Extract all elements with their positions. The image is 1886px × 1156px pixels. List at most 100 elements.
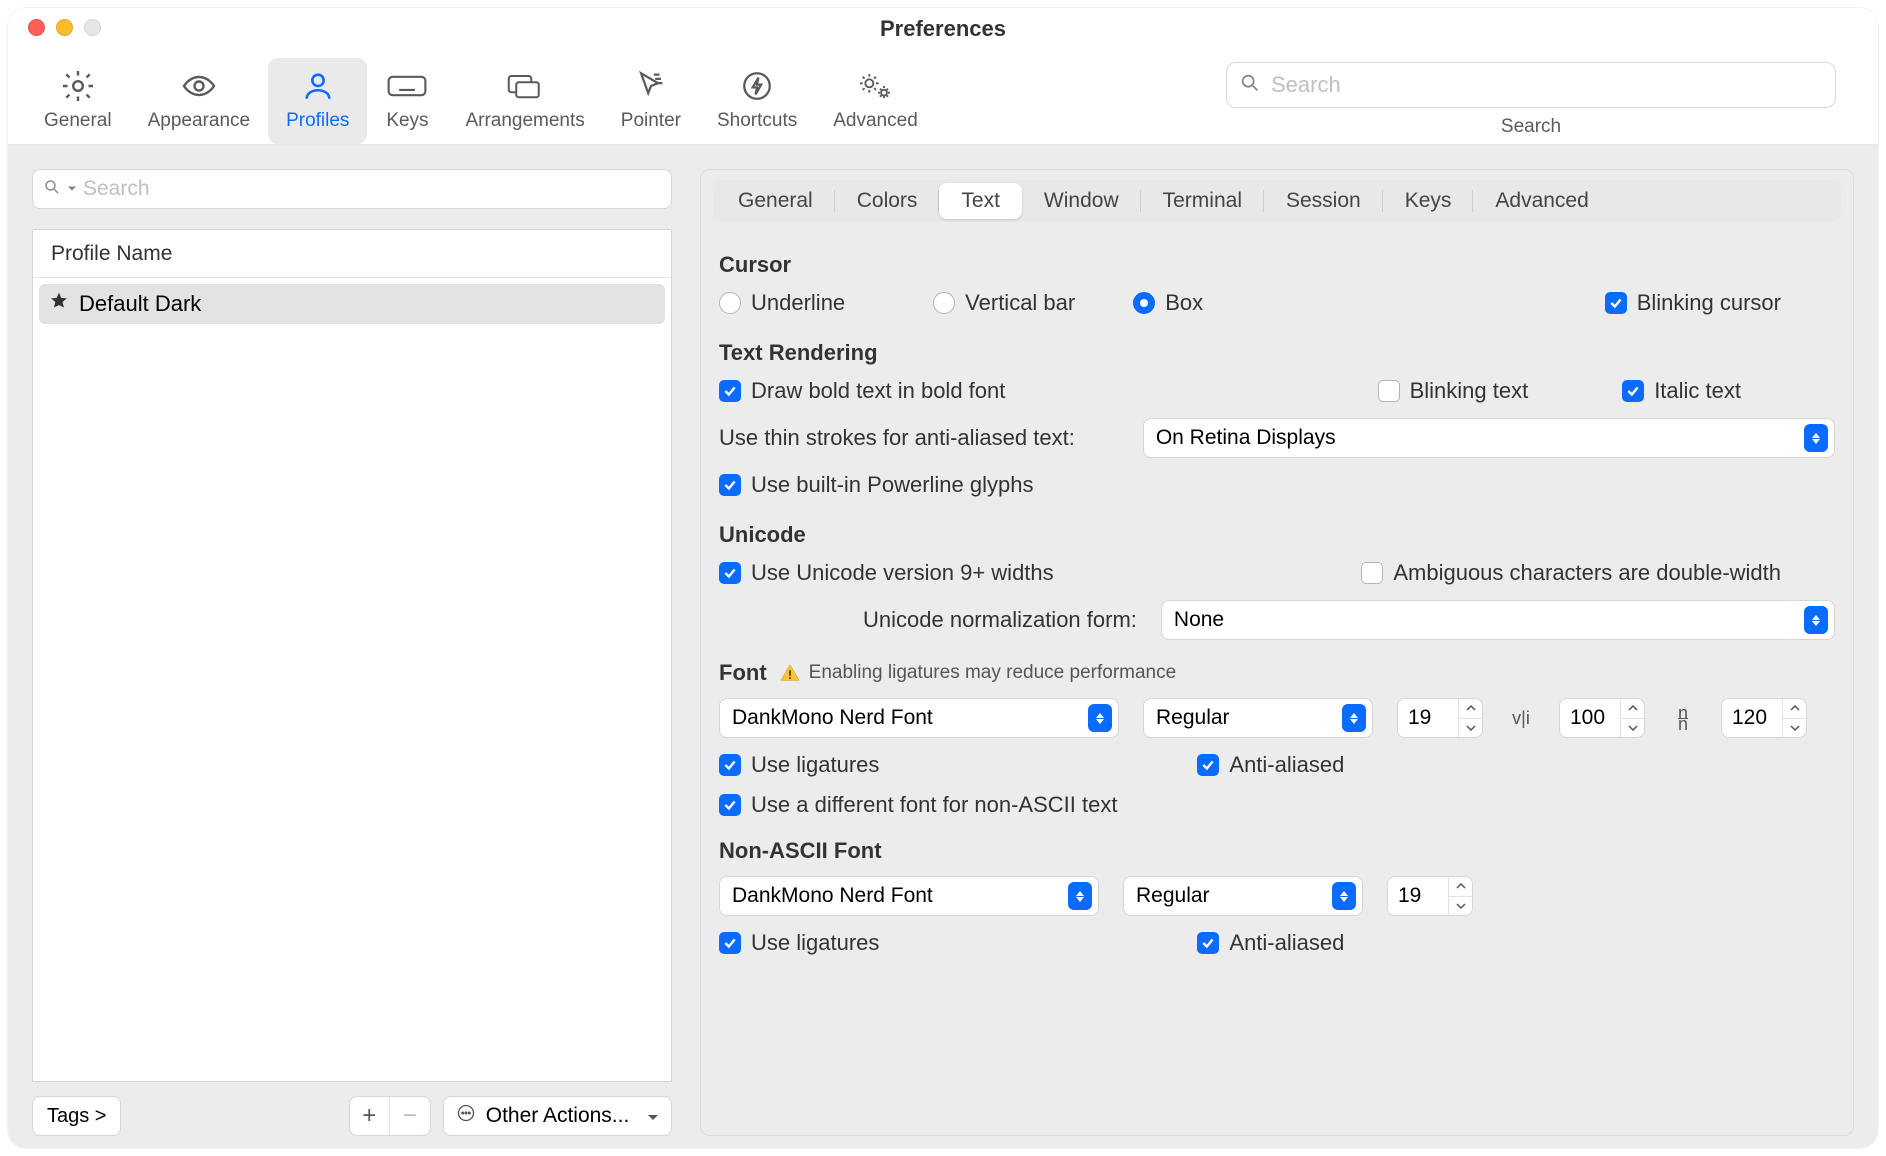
thin-strokes-label: Use thin strokes for anti-aliased text: <box>719 425 1075 451</box>
powerline-checkbox[interactable]: Use built-in Powerline glyphs <box>719 472 1033 498</box>
subtab-terminal[interactable]: Terminal <box>1141 183 1264 219</box>
add-profile-button[interactable]: + <box>350 1097 390 1135</box>
radio-label: Underline <box>751 290 845 316</box>
toolbar-keys[interactable]: Keys <box>367 58 447 144</box>
nonascii-ligatures-checkbox[interactable]: Use ligatures <box>719 930 879 956</box>
checkbox-label: Use a different font for non-ASCII text <box>751 792 1117 818</box>
checkbox-label: Ambiguous characters are double-width <box>1393 560 1781 586</box>
stepper-buttons[interactable] <box>1620 699 1644 737</box>
select-arrow-icon <box>1804 606 1828 634</box>
select-value: None <box>1174 608 1224 632</box>
font-antialiased-checkbox[interactable]: Anti-aliased <box>1197 752 1344 778</box>
star-icon <box>49 291 69 317</box>
profile-list-header[interactable]: Profile Name <box>33 230 671 278</box>
profiles-sidebar: Profile Name Default Dark Tags > + − <box>32 169 672 1136</box>
cursor-box-radio[interactable]: Box <box>1133 290 1203 316</box>
profile-detail-pane: General Colors Text Window Terminal Sess… <box>700 169 1854 1136</box>
subtab-colors[interactable]: Colors <box>835 183 940 219</box>
font-size-stepper[interactable] <box>1397 698 1483 738</box>
toolbar-general[interactable]: General <box>26 58 130 144</box>
blinking-cursor-checkbox[interactable]: Blinking cursor <box>1605 290 1781 316</box>
unicode-norm-select[interactable]: None <box>1161 600 1835 640</box>
window-title: Preferences <box>8 16 1878 42</box>
select-value: On Retina Displays <box>1156 426 1336 450</box>
vspacing-stepper[interactable] <box>1721 698 1807 738</box>
warning-text: Enabling ligatures may reduce performanc… <box>809 662 1177 684</box>
step-up-icon[interactable] <box>1459 699 1482 719</box>
different-nonascii-checkbox[interactable]: Use a different font for non-ASCII text <box>719 792 1117 818</box>
profile-list: Profile Name Default Dark <box>32 229 672 1082</box>
step-up-icon[interactable] <box>1783 699 1806 719</box>
hspacing-input[interactable] <box>1560 699 1620 737</box>
subtab-session[interactable]: Session <box>1264 183 1383 219</box>
gear-icon <box>56 66 100 106</box>
text-settings-pane: Cursor Underline Vertical bar Box Blinki… <box>713 222 1841 1123</box>
toolbar-shortcuts[interactable]: Shortcuts <box>699 58 815 144</box>
toolbar-search[interactable] <box>1226 62 1836 108</box>
font-size-input[interactable] <box>1398 699 1458 737</box>
checkbox-label: Blinking text <box>1410 378 1529 404</box>
keyboard-icon <box>385 66 429 106</box>
cursor-vertical-bar-radio[interactable]: Vertical bar <box>933 290 1075 316</box>
subtab-advanced[interactable]: Advanced <box>1473 183 1610 219</box>
vspacing-input[interactable] <box>1722 699 1782 737</box>
step-up-icon[interactable] <box>1621 699 1644 719</box>
subtab-window[interactable]: Window <box>1022 183 1141 219</box>
toolbar-search-input[interactable] <box>1271 72 1823 98</box>
other-actions-menu[interactable]: Other Actions... <box>443 1096 672 1136</box>
step-down-icon[interactable] <box>1449 897 1472 916</box>
radio-label: Vertical bar <box>965 290 1075 316</box>
hspacing-stepper[interactable] <box>1559 698 1645 738</box>
toolbar-pointer[interactable]: Pointer <box>603 58 699 144</box>
step-up-icon[interactable] <box>1449 877 1472 897</box>
font-family-select[interactable]: DankMono Nerd Font <box>719 698 1119 738</box>
font-weight-select[interactable]: Regular <box>1143 698 1373 738</box>
font-ligatures-checkbox[interactable]: Use ligatures <box>719 752 879 778</box>
step-down-icon[interactable] <box>1783 719 1806 738</box>
ambiguous-width-checkbox[interactable]: Ambiguous characters are double-width <box>1361 560 1781 586</box>
toolbar-arrangements[interactable]: Arrangements <box>447 58 602 144</box>
vspacing-icon: nn <box>1669 708 1697 729</box>
nonascii-size-stepper[interactable] <box>1387 876 1473 916</box>
nonascii-antialiased-checkbox[interactable]: Anti-aliased <box>1197 930 1344 956</box>
step-down-icon[interactable] <box>1621 719 1644 738</box>
nonascii-family-select[interactable]: DankMono Nerd Font <box>719 876 1099 916</box>
toolbar-appearance[interactable]: Appearance <box>130 58 268 144</box>
italic-text-checkbox[interactable]: Italic text <box>1622 378 1741 404</box>
subtab-general[interactable]: General <box>716 183 835 219</box>
cursor-underline-radio[interactable]: Underline <box>719 290 845 316</box>
stepper-buttons[interactable] <box>1448 877 1472 915</box>
unicode-v9-checkbox[interactable]: Use Unicode version 9+ widths <box>719 560 1054 586</box>
subtab-keys[interactable]: Keys <box>1383 183 1474 219</box>
stepper-buttons[interactable] <box>1458 699 1482 737</box>
search-icon <box>1239 72 1261 99</box>
remove-profile-button[interactable]: − <box>390 1097 430 1135</box>
tags-button[interactable]: Tags > <box>32 1096 121 1136</box>
chevron-down-icon <box>67 180 77 198</box>
thin-strokes-select[interactable]: On Retina Displays <box>1143 418 1835 458</box>
toolbar-advanced[interactable]: Advanced <box>815 58 936 144</box>
bold-font-checkbox[interactable]: Draw bold text in bold font <box>719 378 1005 404</box>
profile-search[interactable] <box>32 169 672 209</box>
blinking-text-checkbox[interactable]: Blinking text <box>1378 378 1529 404</box>
checkbox-label: Use built-in Powerline glyphs <box>751 472 1033 498</box>
subtab-text[interactable]: Text <box>939 183 1022 219</box>
section-font-heading: Font Enabling ligatures may reduce perfo… <box>719 660 1835 686</box>
profile-add-remove: + − <box>349 1096 431 1136</box>
stepper-buttons[interactable] <box>1782 699 1806 737</box>
toolbar-label: Pointer <box>621 110 681 132</box>
profile-list-items: Default Dark <box>33 278 671 1081</box>
step-down-icon[interactable] <box>1459 719 1482 738</box>
profile-list-item[interactable]: Default Dark <box>39 284 665 324</box>
nonascii-size-input[interactable] <box>1388 877 1448 915</box>
ligatures-warning: Enabling ligatures may reduce performanc… <box>779 662 1177 684</box>
titlebar: Preferences <box>8 8 1878 46</box>
toolbar: General Appearance Profiles Keys <box>8 46 1878 145</box>
chevron-down-icon <box>647 1104 659 1128</box>
nonascii-weight-select[interactable]: Regular <box>1123 876 1363 916</box>
profile-search-input[interactable] <box>83 177 661 201</box>
eye-icon <box>177 66 221 106</box>
toolbar-profiles[interactable]: Profiles <box>268 58 367 144</box>
toolbar-label: Keys <box>386 110 428 132</box>
select-value: DankMono Nerd Font <box>732 706 933 730</box>
